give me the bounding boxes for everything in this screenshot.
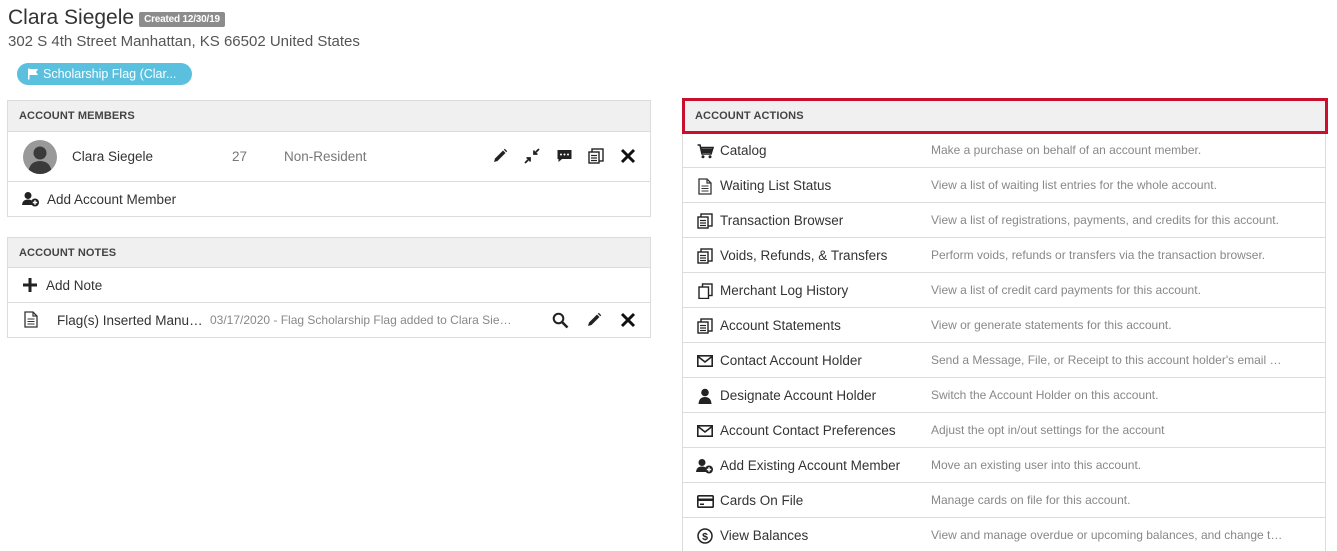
action-description: Switch the Account Holder on this accoun…: [931, 388, 1159, 402]
account-actions-panel: ACCOUNT ACTIONS Catalog Make a purchase o…: [682, 98, 1328, 551]
search-icon[interactable]: [550, 310, 570, 330]
pencil-icon[interactable]: [490, 146, 510, 166]
compress-icon[interactable]: [522, 146, 542, 166]
action-label: Cards On File: [720, 492, 804, 508]
account-address: 302 S 4th Street Manhattan, KS 66502 Uni…: [8, 33, 360, 50]
receipt-icon: [696, 247, 714, 265]
action-label: Transaction Browser: [720, 212, 844, 228]
action-label: Merchant Log History: [720, 282, 849, 298]
action-merchant-log-history[interactable]: Merchant Log History View a list of credi…: [683, 273, 1325, 308]
flag-icon: [28, 68, 38, 80]
member-residency: Non-Resident: [284, 149, 367, 164]
add-user-icon: [696, 457, 714, 475]
action-description: View or generate statements for this acc…: [931, 318, 1172, 332]
receipt-icon: [696, 212, 714, 230]
action-transaction-browser[interactable]: Transaction Browser View a list of regist…: [683, 203, 1325, 238]
credit-card-icon: [696, 492, 714, 510]
action-description: View a list of credit card payments for …: [931, 283, 1201, 297]
add-note-label: Add Note: [46, 277, 103, 293]
account-notes-panel: ACCOUNT NOTES Add Note Flag(s) Inserted …: [7, 237, 651, 338]
note-row: Flag(s) Inserted Manually 03/17/2020 - F…: [8, 303, 650, 337]
add-note-button[interactable]: Add Note: [8, 268, 650, 303]
close-icon[interactable]: [618, 310, 638, 330]
member-age: 27: [232, 149, 248, 164]
document-icon: [24, 311, 38, 333]
flag-label: Scholarship Flag (Clar...: [43, 67, 177, 81]
action-description: Adjust the opt in/out settings for the a…: [931, 423, 1165, 437]
action-description: Manage cards on file for this account.: [931, 493, 1131, 507]
action-description: View and manage overdue or upcoming bala…: [931, 528, 1286, 542]
plus-icon: [23, 278, 37, 292]
account-actions-header: ACCOUNT ACTIONS: [682, 98, 1328, 134]
svg-text:$: $: [702, 531, 708, 543]
account-notes-header: ACCOUNT NOTES: [8, 238, 650, 268]
action-waiting-list-status[interactable]: Waiting List Status View a list of waitin…: [683, 168, 1325, 203]
action-label: Account Statements: [720, 317, 841, 333]
action-voids-refunds-transfers[interactable]: Voids, Refunds, & Transfers Perform voids…: [683, 238, 1325, 273]
add-account-member-label: Add Account Member: [47, 191, 177, 207]
created-badge: Created 12/30/19: [139, 12, 225, 27]
action-contact-account-holder[interactable]: Contact Account Holder Send a Message, Fi…: [683, 343, 1325, 378]
member-actions: [490, 146, 638, 166]
dollar-icon: $: [696, 527, 714, 545]
user-icon: [696, 387, 714, 405]
action-add-existing-account-member[interactable]: Add Existing Account Member Move an exist…: [683, 448, 1325, 483]
account-header: Clara Siegele Created 12/30/19 302 S 4th…: [8, 6, 360, 50]
action-designate-account-holder[interactable]: Designate Account Holder Switch the Accou…: [683, 378, 1325, 413]
action-description: Move an existing user into this account.: [931, 458, 1142, 472]
member-name[interactable]: Clara Siegele: [72, 149, 153, 164]
action-description: Make a purchase on behalf of an account …: [931, 143, 1202, 157]
action-label: Voids, Refunds, & Transfers: [720, 247, 888, 263]
action-catalog[interactable]: Catalog Make a purchase on behalf of an a…: [683, 133, 1325, 168]
action-cards-on-file[interactable]: Cards On File Manage cards on file for th…: [683, 483, 1325, 518]
action-label: Catalog: [720, 142, 767, 158]
action-account-statements[interactable]: Account Statements View or generate state…: [683, 308, 1325, 343]
note-actions: [550, 310, 638, 330]
action-description: Perform voids, refunds or transfers via …: [931, 248, 1266, 262]
member-row: Clara Siegele 27 Non-Resident: [8, 132, 650, 182]
note-title[interactable]: Flag(s) Inserted Manually: [57, 313, 205, 328]
action-description: View a list of registrations, payments, …: [931, 213, 1279, 227]
pencil-icon[interactable]: [584, 310, 604, 330]
chat-icon[interactable]: [554, 146, 574, 166]
document-icon: [696, 177, 714, 195]
action-label: Waiting List Status: [720, 177, 832, 193]
action-label: Account Contact Preferences: [720, 422, 896, 438]
account-members-panel: ACCOUNT MEMBERS Clara Siegele 27 Non-Res…: [7, 100, 651, 217]
action-label: Contact Account Holder: [720, 352, 862, 368]
copy-icon: [696, 282, 714, 300]
action-label: Add Existing Account Member: [720, 457, 901, 473]
note-description: 03/17/2020 - Flag Scholarship Flag added…: [210, 313, 515, 327]
action-account-contact-preferences[interactable]: Account Contact Preferences Adjust the op…: [683, 413, 1325, 448]
action-label: Designate Account Holder: [720, 387, 877, 403]
receipt-icon[interactable]: [586, 146, 606, 166]
action-label: View Balances: [720, 527, 809, 543]
account-actions-list: Catalog Make a purchase on behalf of an a…: [683, 133, 1325, 551]
envelope-icon: [696, 352, 714, 370]
envelope-icon: [696, 422, 714, 440]
action-description: View a list of waiting list entries for …: [931, 178, 1217, 192]
account-members-header: ACCOUNT MEMBERS: [8, 101, 650, 132]
action-description: Send a Message, File, or Receipt to this…: [931, 353, 1286, 367]
scholarship-flag-badge[interactable]: Scholarship Flag (Clar...: [17, 63, 192, 85]
action-view-balances[interactable]: $ View Balances View and manage overdue or…: [683, 518, 1325, 551]
account-name: Clara Siegele: [8, 6, 135, 29]
receipt-icon: [696, 317, 714, 335]
avatar: [23, 140, 57, 174]
cart-icon: [696, 142, 714, 160]
add-account-member-button[interactable]: Add Account Member: [8, 182, 650, 216]
add-user-icon: [22, 192, 39, 207]
close-icon[interactable]: [618, 146, 638, 166]
